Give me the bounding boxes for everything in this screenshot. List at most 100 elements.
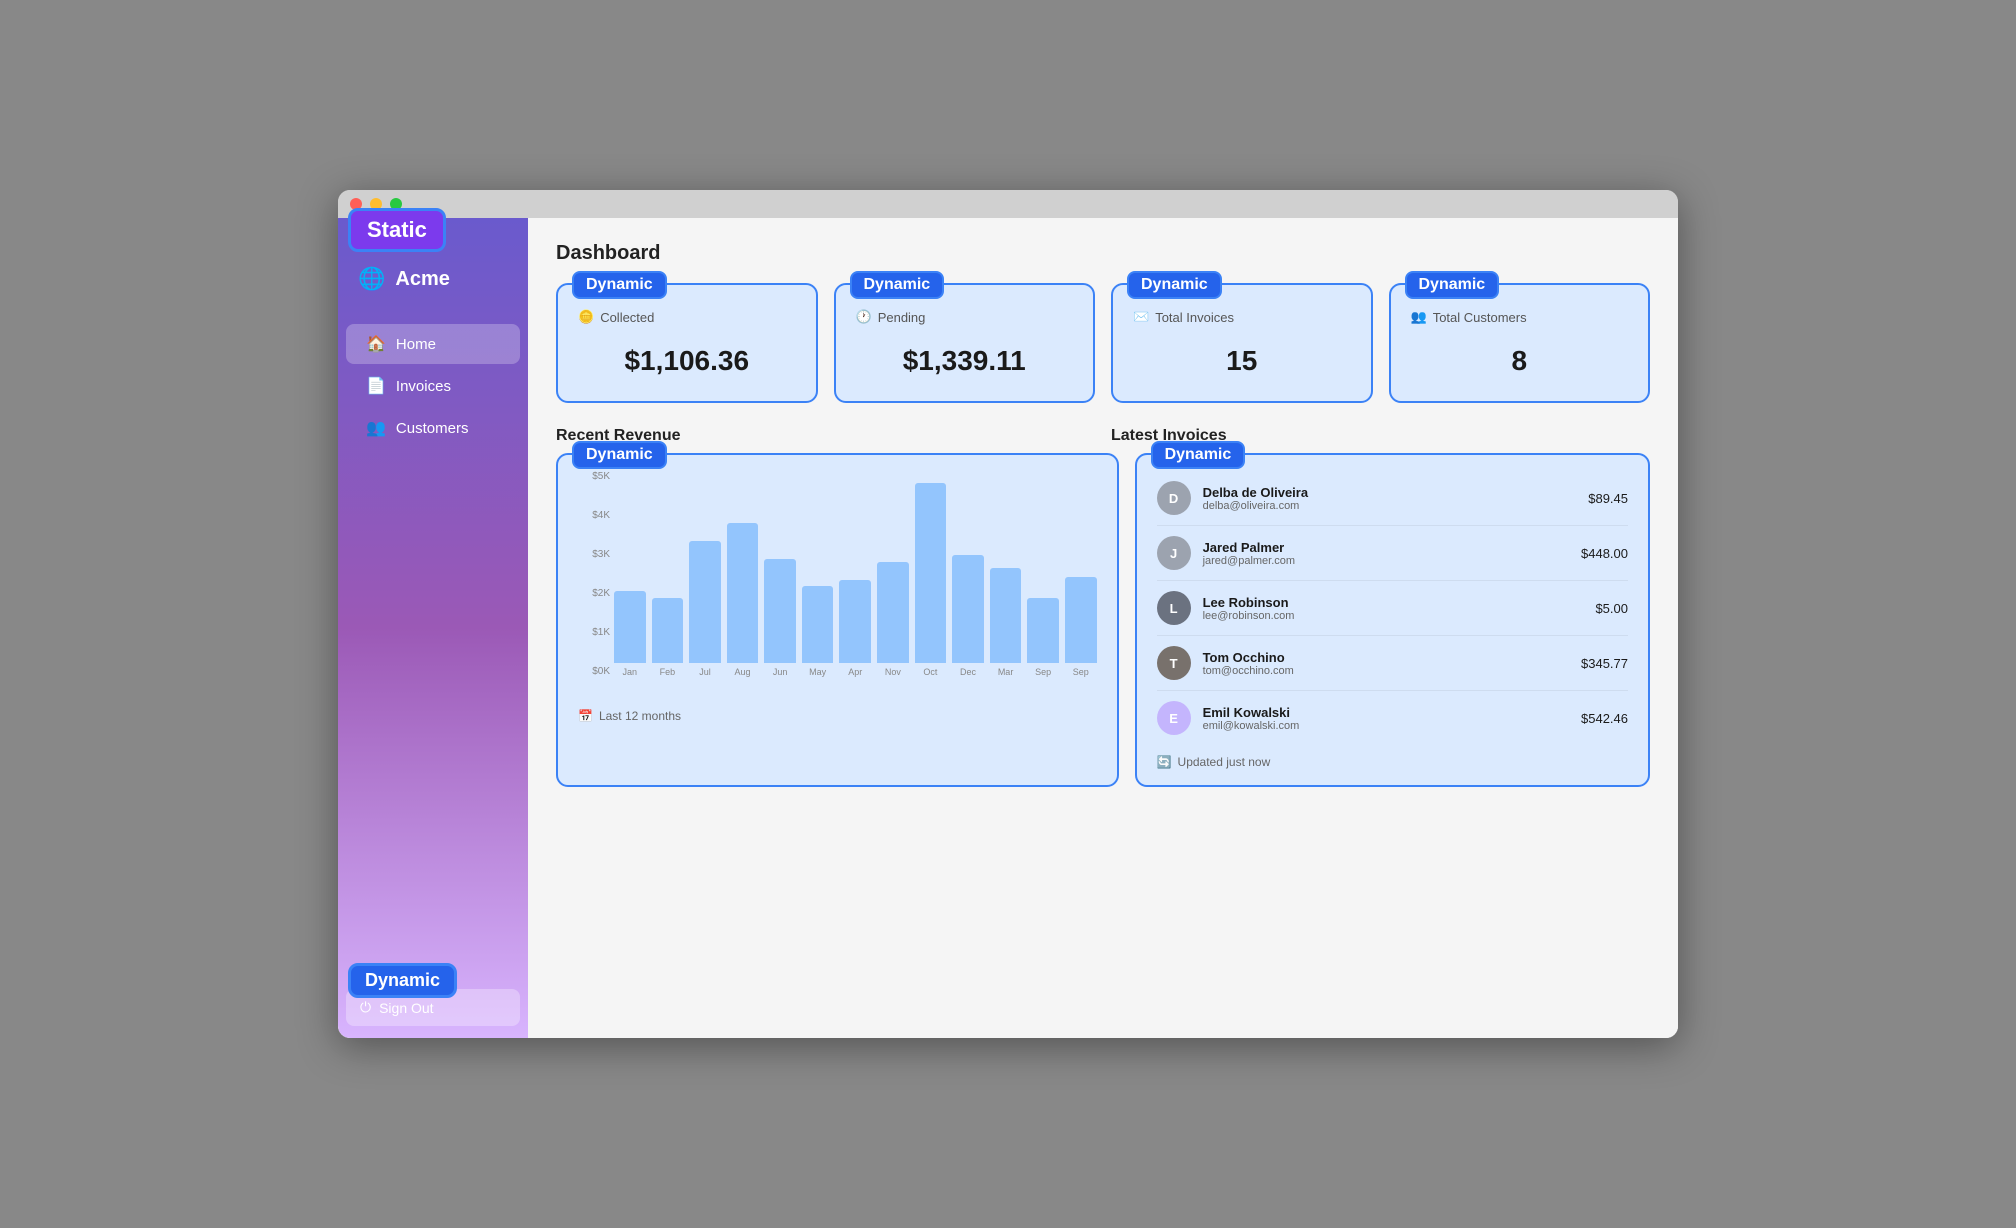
total-customers-label: 👥 Total Customers [1411,309,1629,325]
invoice-email: jared@palmer.com [1203,555,1569,567]
coin-icon: 🪙 [578,309,594,325]
pending-label: 🕐 Pending [856,309,1074,325]
bar-label-Jan: Jan [623,667,638,677]
avatar: J [1157,536,1191,570]
invoices-dynamic-badge: Dynamic [1151,441,1246,469]
calendar-icon: 📅 [578,709,593,723]
clock-icon: 🕐 [856,309,872,325]
chart-card: Dynamic $5K $4K $3K $2K $1K $0K JanFebJu… [556,453,1119,787]
stat-card-pending: Dynamic 🕐 Pending $1,339.11 [834,283,1096,403]
invoices-icon: 📄 [366,376,386,396]
invoice-amount: $448.00 [1581,546,1628,561]
footer-dynamic-badge: Dynamic [348,963,457,998]
avatar: T [1157,646,1191,680]
app-window: Static 🌐 Acme 🏠 Home 📄 Invoices 👥 Custom… [338,190,1678,1038]
total-invoices-value: 15 [1133,337,1351,385]
invoice-name: Jared Palmer [1203,540,1569,555]
invoice-amount: $542.46 [1581,711,1628,726]
page-title: Dashboard [556,242,1650,265]
home-icon: 🏠 [366,334,386,354]
invoices-card: Dynamic DDelba de Oliveiradelba@oliveira… [1135,453,1650,787]
sidebar-item-customers-label: Customers [396,420,469,437]
collected-value: $1,106.36 [578,337,796,385]
invoice-amount: $89.45 [1588,491,1628,506]
bar-group-May: May [802,471,834,677]
invoices-footer-text: Updated just now [1178,755,1271,769]
bar-label-Sep: Sep [1035,667,1051,677]
invoice-email: lee@robinson.com [1203,610,1584,622]
sidebar-item-home[interactable]: 🏠 Home [346,324,520,364]
sidebar-nav: 🏠 Home 📄 Invoices 👥 Customers [338,312,528,977]
bar-group-Jan: Jan [614,471,646,677]
bar-label-Jul: Jul [699,667,711,677]
bar-Apr [839,580,871,663]
invoice-email: tom@occhino.com [1203,665,1569,677]
bar-group-Aug: Aug [727,471,759,677]
invoice-info: Jared Palmerjared@palmer.com [1203,540,1569,567]
bar-group-Sep2: Sep [1065,471,1097,677]
power-icon: ⏻ [360,999,371,1016]
envelope-icon: ✉️ [1133,309,1149,325]
y-axis: $5K $4K $3K $2K $1K $0K [578,471,614,677]
invoice-item: DDelba de Oliveiradelba@oliveira.com$89.… [1157,471,1628,526]
bar-group-Dec: Dec [952,471,984,677]
chart-footer: 📅 Last 12 months [578,709,1097,723]
stat-card-total-invoices: Dynamic ✉️ Total Invoices 15 [1111,283,1373,403]
bar-label-Mar: Mar [998,667,1014,677]
collected-label: 🪙 Collected [578,309,796,325]
y-label-1k: $1K [592,627,610,638]
bar-label-May: May [809,667,826,677]
chart-area: $5K $4K $3K $2K $1K $0K JanFebJulAugJunM… [578,471,1097,701]
sign-out-label: Sign Out [379,1000,433,1016]
sidebar-item-invoices[interactable]: 📄 Invoices [346,366,520,406]
invoice-info: Emil Kowalskiemil@kowalski.com [1203,705,1569,732]
stat-card-total-customers: Dynamic 👥 Total Customers 8 [1389,283,1651,403]
bar-group-Sep: Sep [1027,471,1059,677]
titlebar [338,190,1678,218]
sidebar-item-invoices-label: Invoices [396,378,451,395]
bar-Sep [1027,598,1059,663]
bottom-row: Dynamic $5K $4K $3K $2K $1K $0K JanFebJu… [556,453,1650,787]
bar-Dec [952,555,984,663]
invoice-amount: $345.77 [1581,656,1628,671]
invoice-name: Lee Robinson [1203,595,1584,610]
invoice-name: Emil Kowalski [1203,705,1569,720]
globe-icon: 🌐 [358,266,385,292]
bar-group-Jun: Jun [764,471,796,677]
collected-dynamic-badge: Dynamic [572,271,667,299]
bar-Nov [877,562,909,663]
avatar: E [1157,701,1191,735]
refresh-icon: 🔄 [1157,755,1172,769]
bottom-section-titles: Recent Revenue Latest Invoices [556,427,1650,445]
bar-group-Jul: Jul [689,471,721,677]
bar-Sep2 [1065,577,1097,663]
bar-group-Nov: Nov [877,471,909,677]
y-label-4k: $4K [592,510,610,521]
total-customers-value: 8 [1411,337,1629,385]
bar-Jul [689,541,721,663]
invoice-name: Delba de Oliveira [1203,485,1577,500]
bar-Aug [727,523,759,663]
chart-footer-text: Last 12 months [599,709,681,723]
invoice-item: TTom Occhinotom@occhino.com$345.77 [1157,636,1628,691]
bar-group-Mar: Mar [990,471,1022,677]
bar-Mar [990,568,1022,663]
chart-dynamic-badge: Dynamic [572,441,667,469]
stat-card-collected: Dynamic 🪙 Collected $1,106.36 [556,283,818,403]
total-customers-dynamic-badge: Dynamic [1405,271,1500,299]
sidebar: Static 🌐 Acme 🏠 Home 📄 Invoices 👥 Custom… [338,218,528,1038]
invoice-info: Lee Robinsonlee@robinson.com [1203,595,1584,622]
people-icon: 👥 [1411,309,1427,325]
total-invoices-label: ✉️ Total Invoices [1133,309,1351,325]
sidebar-item-customers[interactable]: 👥 Customers [346,408,520,448]
invoice-info: Delba de Oliveiradelba@oliveira.com [1203,485,1577,512]
bar-Feb [652,598,684,663]
bar-Oct [915,483,947,663]
bar-label-Nov: Nov [885,667,901,677]
avatar: L [1157,591,1191,625]
y-label-5k: $5K [592,471,610,482]
bar-label-Dec: Dec [960,667,976,677]
invoice-list: DDelba de Oliveiradelba@oliveira.com$89.… [1157,471,1628,745]
sidebar-item-home-label: Home [396,336,436,353]
customers-icon: 👥 [366,418,386,438]
